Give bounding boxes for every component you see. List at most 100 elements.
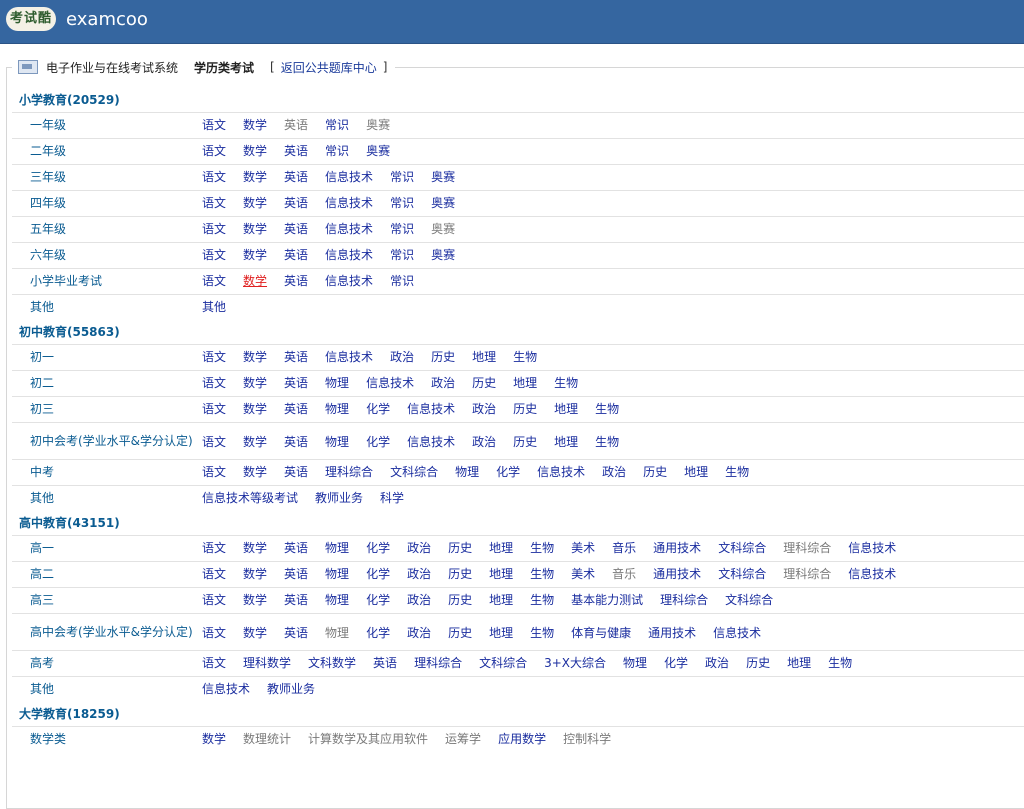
grade-label[interactable]: 初二	[12, 371, 196, 396]
subject-link[interactable]: 地理	[787, 651, 811, 676]
subject-link[interactable]: 英语	[284, 624, 308, 641]
subject-link[interactable]: 生物	[828, 651, 852, 676]
subject-link[interactable]: 信息技术	[848, 562, 896, 587]
section-title[interactable]: 高中教育(43151)	[12, 511, 1024, 535]
grade-label[interactable]: 中考	[12, 460, 196, 485]
grade-label[interactable]: 其他	[12, 486, 196, 511]
subject-link[interactable]: 化学	[366, 624, 390, 641]
subject-link[interactable]: 信息技术	[407, 433, 455, 450]
subject-link[interactable]: 语文	[202, 191, 226, 216]
subject-link[interactable]: 生物	[530, 536, 554, 561]
subject-link[interactable]: 奥赛	[431, 191, 455, 216]
subject-link[interactable]: 英语	[373, 651, 397, 676]
subject-link[interactable]: 地理	[513, 371, 537, 396]
subject-link[interactable]: 物理	[455, 460, 479, 485]
subject-link[interactable]: 语文	[202, 269, 226, 294]
subject-link[interactable]: 语文	[202, 217, 226, 242]
subject-link[interactable]: 数学	[243, 139, 267, 164]
subject-link[interactable]: 政治	[472, 397, 496, 422]
grade-label[interactable]: 四年级	[12, 191, 196, 216]
subject-link[interactable]: 数学	[243, 588, 267, 613]
subject-link[interactable]: 奥赛	[431, 217, 455, 242]
subject-link[interactable]: 政治	[705, 651, 729, 676]
subject-link[interactable]: 数学	[243, 345, 267, 370]
subject-link[interactable]: 教师业务	[315, 486, 363, 511]
subject-link[interactable]: 历史	[448, 536, 472, 561]
subject-link[interactable]: 生物	[530, 588, 554, 613]
subject-link[interactable]: 文科数学	[308, 651, 356, 676]
subject-link[interactable]: 英语	[284, 165, 308, 190]
back-to-question-bank-link[interactable]: 返回公共题库中心	[281, 59, 377, 76]
subject-link[interactable]: 信息技术	[325, 217, 373, 242]
grade-label[interactable]: 二年级	[12, 139, 196, 164]
logo-text[interactable]: examcoo	[66, 9, 148, 30]
subject-link[interactable]: 英语	[284, 588, 308, 613]
subject-link[interactable]: 物理	[325, 433, 349, 450]
subject-link[interactable]: 数学	[243, 371, 267, 396]
subject-link[interactable]: 化学	[366, 433, 390, 450]
grade-label[interactable]: 高二	[12, 562, 196, 587]
section-title[interactable]: 大学教育(18259)	[12, 702, 1024, 726]
subject-link[interactable]: 语文	[202, 562, 226, 587]
subject-link[interactable]: 政治	[390, 345, 414, 370]
subject-link[interactable]: 文科综合	[718, 536, 766, 561]
subject-link[interactable]: 化学	[366, 588, 390, 613]
grade-label[interactable]: 其他	[12, 677, 196, 702]
subject-link[interactable]: 信息技术	[407, 397, 455, 422]
subject-link[interactable]: 英语	[284, 113, 308, 138]
subject-link[interactable]: 常识	[325, 113, 349, 138]
subject-link[interactable]: 政治	[407, 562, 431, 587]
subject-link[interactable]: 通用技术	[653, 562, 701, 587]
subject-link[interactable]: 历史	[448, 562, 472, 587]
grade-label[interactable]: 小学毕业考试	[12, 269, 196, 294]
subject-link[interactable]: 数学	[243, 460, 267, 485]
subject-link[interactable]: 英语	[284, 371, 308, 396]
subject-link[interactable]: 物理	[325, 588, 349, 613]
subject-link[interactable]: 生物	[513, 345, 537, 370]
subject-link[interactable]: 历史	[513, 433, 537, 450]
subject-link[interactable]: 信息技术	[537, 460, 585, 485]
subject-link[interactable]: 3+X大综合	[544, 651, 606, 676]
grade-label[interactable]: 其他	[12, 295, 196, 320]
subject-link[interactable]: 化学	[496, 460, 520, 485]
subject-link[interactable]: 数学	[243, 165, 267, 190]
subject-link[interactable]: 英语	[284, 397, 308, 422]
subject-link[interactable]: 常识	[390, 191, 414, 216]
subject-link[interactable]: 数学	[243, 536, 267, 561]
subject-link[interactable]: 历史	[448, 624, 472, 641]
subject-link[interactable]: 理科数学	[243, 651, 291, 676]
subject-link[interactable]: 数学	[243, 397, 267, 422]
subject-link[interactable]: 常识	[390, 243, 414, 268]
grade-label[interactable]: 一年级	[12, 113, 196, 138]
subject-link[interactable]: 理科综合	[414, 651, 462, 676]
subject-link[interactable]: 语文	[202, 624, 226, 641]
grade-label[interactable]: 高一	[12, 536, 196, 561]
grade-label[interactable]: 高中会考(学业水平&学分认定)	[12, 614, 196, 650]
subject-link[interactable]: 信息技术	[325, 191, 373, 216]
subject-link[interactable]: 政治	[602, 460, 626, 485]
grade-label[interactable]: 初中会考(学业水平&学分认定)	[12, 423, 196, 459]
grade-label[interactable]: 数学类	[12, 727, 196, 752]
subject-link[interactable]: 政治	[407, 624, 431, 641]
subject-link[interactable]: 英语	[284, 243, 308, 268]
subject-link[interactable]: 应用数学	[498, 727, 546, 752]
subject-link[interactable]: 基本能力测试	[571, 588, 643, 613]
grade-label[interactable]: 高考	[12, 651, 196, 676]
subject-link[interactable]: 化学	[664, 651, 688, 676]
subject-link[interactable]: 数学	[243, 269, 267, 294]
subject-link[interactable]: 通用技术	[653, 536, 701, 561]
subject-link[interactable]: 英语	[284, 433, 308, 450]
subject-link[interactable]: 化学	[366, 562, 390, 587]
subject-link[interactable]: 其他	[202, 295, 226, 320]
grade-label[interactable]: 六年级	[12, 243, 196, 268]
subject-link[interactable]: 英语	[284, 536, 308, 561]
section-title[interactable]: 小学教育(20529)	[12, 88, 1024, 112]
subject-link[interactable]: 数理统计	[243, 727, 291, 752]
subject-link[interactable]: 科学	[380, 486, 404, 511]
subject-link[interactable]: 历史	[472, 371, 496, 396]
subject-link[interactable]: 运筹学	[445, 727, 481, 752]
subject-link[interactable]: 理科综合	[783, 562, 831, 587]
subject-link[interactable]: 语文	[202, 371, 226, 396]
subject-link[interactable]: 英语	[284, 562, 308, 587]
subject-link[interactable]: 历史	[513, 397, 537, 422]
